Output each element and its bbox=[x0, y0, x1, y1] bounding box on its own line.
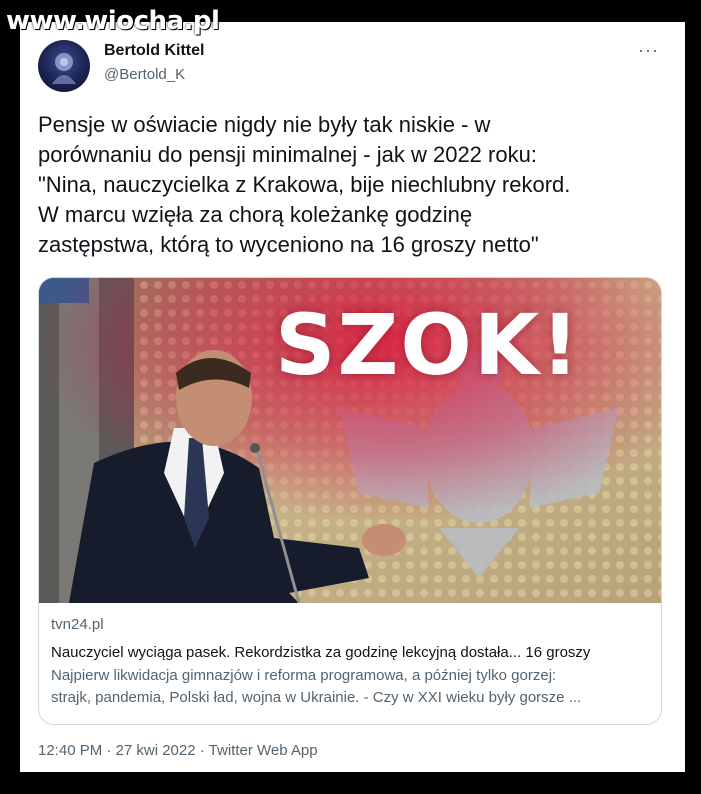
link-domain: tvn24.pl bbox=[51, 616, 104, 633]
tweet-text-line: "Nina, nauczycielka z Krakowa, bije niec… bbox=[38, 172, 571, 197]
avatar-figure-icon bbox=[52, 53, 76, 84]
tweet-text: Pensje w oświacie nigdy nie były tak nis… bbox=[38, 110, 668, 260]
tweet-timestamp[interactable]: 12:40 PM · 27 kwi 2022 · Twitter Web App bbox=[38, 742, 318, 759]
link-description-line: strajk, pandemia, Polski ład, wojna w Uk… bbox=[51, 689, 582, 706]
tweet-text-line: W marcu wzięła za chorą koleżankę godzin… bbox=[38, 202, 473, 227]
avatar[interactable] bbox=[38, 40, 90, 92]
tweet-text-line: Pensje w oświacie nigdy nie były tak nis… bbox=[38, 112, 491, 137]
tweet-text-line: zastępstwa, którą to wyceniono na 16 gro… bbox=[38, 232, 539, 257]
watermark: www.wiocha.pl bbox=[6, 6, 220, 36]
author-handle[interactable]: @Bertold_K bbox=[104, 66, 185, 83]
tweet-text-line: porównaniu do pensji minimalnej - jak w … bbox=[38, 142, 537, 167]
link-preview-meta: tvn24.pl Nauczyciel wyciąga pasek. Rekor… bbox=[51, 616, 651, 709]
image-overlay-text: SZOK! bbox=[275, 296, 582, 394]
link-headline[interactable]: Nauczyciel wyciąga pasek. Rekordzistka z… bbox=[51, 644, 651, 661]
author-name[interactable]: Bertold Kittel bbox=[104, 42, 204, 60]
more-dots-icon[interactable]: ··· bbox=[638, 40, 659, 61]
link-preview-card[interactable]: SZOK! tvn24.pl Nauczyciel wyciąga pasek.… bbox=[38, 277, 662, 725]
link-preview-image[interactable]: SZOK! bbox=[39, 278, 661, 603]
tweet-card: Bertold Kittel @Bertold_K ··· Pensje w o… bbox=[20, 22, 685, 772]
link-description-line: Najpierw likwidacja gimnazjów i reforma … bbox=[51, 667, 557, 684]
link-description: Najpierw likwidacja gimnazjów i reforma … bbox=[51, 665, 651, 709]
